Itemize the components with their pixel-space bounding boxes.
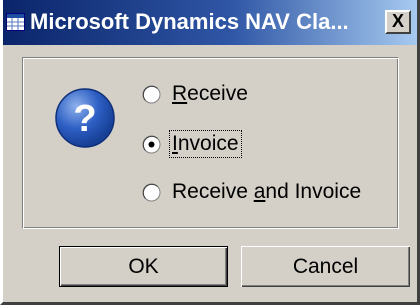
radio-option-receive[interactable]: Receive xyxy=(142,79,250,109)
cancel-button[interactable]: Cancel xyxy=(241,246,410,287)
app-table-icon xyxy=(6,13,25,31)
radio-button[interactable] xyxy=(142,183,161,202)
radio-button[interactable] xyxy=(142,85,161,104)
window-title: Microsoft Dynamics NAV Cla... xyxy=(30,9,349,34)
radio-label-receive-and-invoice: Receive and Invoice xyxy=(172,180,362,203)
radio-option-receive-and-invoice[interactable]: Receive and Invoice xyxy=(142,177,363,207)
radio-label-invoice: Invoice xyxy=(169,130,242,158)
close-icon: X xyxy=(391,11,404,31)
ok-button[interactable]: OK xyxy=(59,246,228,287)
cancel-label: Cancel xyxy=(292,254,359,278)
dialog-window: Microsoft Dynamics NAV Cla... X ? Receiv… xyxy=(0,0,420,305)
ok-label: OK xyxy=(128,254,159,278)
question-icon: ? xyxy=(55,88,115,148)
title-bar[interactable]: Microsoft Dynamics NAV Cla... X xyxy=(3,0,417,45)
close-button[interactable]: X xyxy=(385,10,411,34)
radio-button-selected[interactable] xyxy=(142,135,161,154)
svg-text:?: ? xyxy=(73,98,96,140)
radio-label-receive: Receive xyxy=(172,82,248,105)
radio-option-invoice[interactable]: Invoice xyxy=(142,129,242,159)
